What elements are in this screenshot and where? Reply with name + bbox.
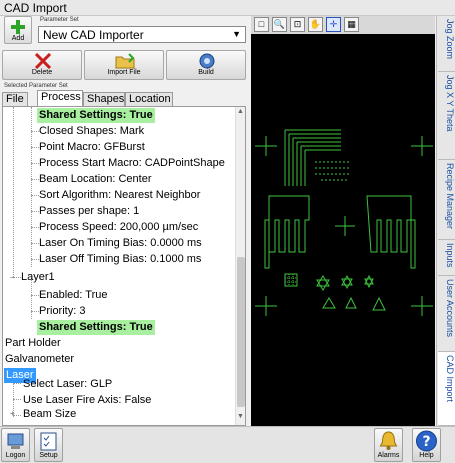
selected-parameter-set-label: Selected Parameter Set (4, 83, 68, 89)
delete-button[interactable]: Delete (2, 50, 82, 80)
chevron-down-icon: ▼ (232, 29, 241, 39)
help-button[interactable]: ? Help (412, 428, 441, 462)
select-icon[interactable]: □ (254, 17, 269, 32)
help-icon: ? (416, 430, 437, 452)
logon-icon (7, 433, 24, 449)
logon-button[interactable]: Logon (1, 428, 30, 462)
folder-icon (115, 53, 135, 69)
tab-shapes[interactable]: Shapes (83, 92, 125, 106)
sidebar-tab-inputs[interactable]: Inputs (438, 240, 455, 276)
svg-text:?: ? (422, 434, 430, 450)
tree-item-priority[interactable]: Priority: 3 (39, 304, 85, 319)
tree-item-closed-shapes[interactable]: Closed Shapes: Mark (39, 124, 144, 139)
tree-item-process-speed[interactable]: Process Speed: 200,000 µm/sec (39, 220, 198, 235)
tree-item-layer1[interactable]: Layer1 (21, 270, 55, 285)
sidebar-tab-jog-xy-theta[interactable]: Jog X Y Theta (438, 72, 455, 160)
cad-viewer[interactable]: □ 🔍 ⊡ ✋ ✛ ▦ (251, 16, 435, 426)
tree-item-beam-location[interactable]: Beam Location: Center (39, 172, 152, 187)
add-label: Add (11, 35, 25, 42)
expand-icon[interactable]: + (10, 409, 15, 418)
parameter-tree: Shared Settings: True Closed Shapes: Mar… (2, 106, 246, 426)
parameter-set-value: New CAD Importer (43, 28, 144, 42)
tree-item-sort-algorithm[interactable]: Sort Algorithm: Nearest Neighbor (39, 188, 200, 203)
tree-line (31, 211, 39, 212)
tree-line (31, 179, 39, 180)
tree-line (13, 107, 14, 277)
alarms-label: Alarms (377, 452, 400, 459)
tree-item-passes[interactable]: Passes per shape: 1 (39, 204, 139, 219)
tab-location[interactable]: Location (125, 92, 173, 106)
zoom-icon[interactable]: 🔍 (272, 17, 287, 32)
tree-line (31, 259, 39, 260)
tree-line (31, 279, 32, 319)
delete-label: Delete (31, 69, 53, 76)
collapse-icon[interactable]: − (10, 273, 15, 282)
tree-item-beam-size[interactable]: Beam Size (23, 407, 76, 422)
tree-line (13, 383, 21, 384)
tree-item-shared-settings[interactable]: Shared Settings: True (37, 320, 155, 335)
tree-line (31, 243, 39, 244)
tree-line (31, 195, 39, 196)
sidebar-tab-user-accounts[interactable]: User Accounts (438, 276, 455, 352)
setup-icon (40, 432, 57, 451)
right-sidebar: Jog Zoom Jog X Y Theta Recipe Manager In… (436, 16, 455, 426)
parameter-set-select[interactable]: New CAD Importer ▼ (38, 26, 246, 43)
logon-label: Logon (5, 452, 26, 459)
bottom-bar: Logon Setup Alarms ? Help (0, 426, 455, 463)
import-file-label: Import File (107, 69, 141, 76)
tree-line (31, 147, 39, 148)
build-button[interactable]: Build (166, 50, 246, 80)
tree-scrollbar[interactable]: ▲ ▼ (235, 107, 245, 425)
setup-label: Setup (39, 452, 58, 459)
tree-item-galvanometer[interactable]: Galvanometer (5, 352, 74, 367)
tree-item-shared-settings[interactable]: Shared Settings: True (37, 108, 155, 123)
add-button[interactable]: Add (4, 16, 32, 44)
sidebar-tab-recipe-manager[interactable]: Recipe Manager (438, 160, 455, 240)
help-label: Help (419, 452, 434, 459)
plus-icon (11, 20, 25, 34)
tree-item-use-laser-fire-axis[interactable]: Use Laser Fire Axis: False (23, 393, 151, 408)
sidebar-tab-cad-import[interactable]: CAD Import (438, 352, 455, 426)
tree-item-enabled[interactable]: Enabled: True (39, 288, 108, 303)
pan-hand-icon[interactable]: ✋ (308, 17, 323, 32)
tree-item-point-macro[interactable]: Point Macro: GFBurst (39, 140, 145, 155)
tree-item-part-holder[interactable]: Part Holder (5, 336, 61, 351)
tree-line (31, 163, 39, 164)
fit-icon[interactable]: ✛ (326, 17, 341, 32)
build-label: Build (198, 69, 214, 76)
tree-line (31, 131, 39, 132)
tree-item-select-laser[interactable]: Select Laser: GLP (23, 377, 112, 392)
build-icon (199, 53, 215, 69)
bell-icon (379, 431, 398, 450)
tree-line (31, 295, 39, 296)
viewer-toolbar: □ 🔍 ⊡ ✋ ✛ ▦ (251, 16, 435, 34)
scrollbar-thumb[interactable] (237, 257, 245, 407)
parameter-set-label: Parameter Set (40, 17, 79, 23)
tree-item-laser-on-bias[interactable]: Laser On Timing Bias: 0.0000 ms (39, 236, 202, 251)
scroll-down-icon[interactable]: ▼ (237, 413, 244, 420)
scroll-up-icon[interactable]: ▲ (237, 108, 244, 115)
zoom-window-icon[interactable]: ⊡ (290, 17, 305, 32)
grid-icon[interactable]: ▦ (344, 17, 359, 32)
tree-line (31, 227, 39, 228)
left-panel: Add Parameter Set New CAD Importer ▼ Del… (0, 16, 250, 426)
tree-line (13, 399, 21, 400)
tab-file[interactable]: File (2, 92, 28, 106)
window-title: CAD Import (0, 0, 455, 16)
setup-button[interactable]: Setup (34, 428, 63, 462)
cad-drawing (255, 129, 433, 316)
tree-item-process-start-macro[interactable]: Process Start Macro: CADPointShape (39, 156, 225, 171)
delete-x-icon (34, 53, 52, 69)
sidebar-tab-jog-zoom[interactable]: Jog Zoom (438, 16, 455, 72)
tree-item-laser-off-bias[interactable]: Laser Off Timing Bias: 0.1000 ms (39, 252, 201, 267)
tree-line (31, 311, 39, 312)
import-file-button[interactable]: Import File (84, 50, 164, 80)
tab-process[interactable]: Process (37, 90, 83, 106)
alarms-button[interactable]: Alarms (374, 428, 403, 462)
